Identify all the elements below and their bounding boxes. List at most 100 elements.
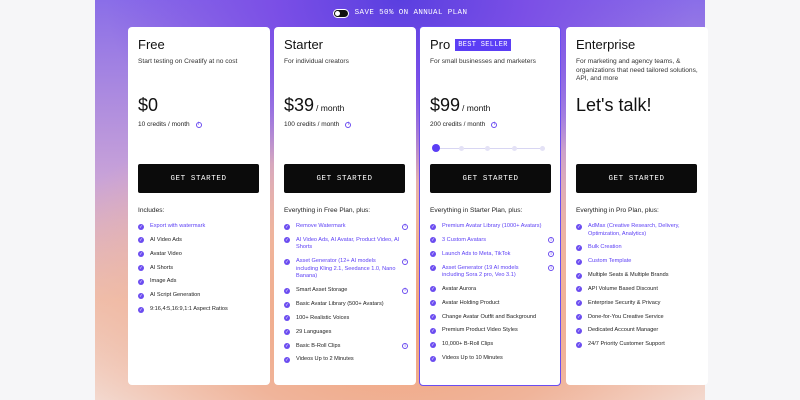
check-icon: ✓ [138, 278, 144, 285]
check-icon: ✓ [576, 258, 582, 265]
feature-item: ✓ Avatar Holding Product [430, 299, 500, 307]
feature-item: ✓ Bulk Creation [576, 244, 622, 251]
annual-billing-toggle[interactable] [332, 8, 349, 18]
info-icon[interactable]: i [195, 121, 202, 128]
feature-item: ✓ Change Avatar Outfit and Background [430, 313, 537, 321]
price-period: / month [462, 103, 491, 113]
check-icon: ✓ [576, 314, 582, 321]
info-icon[interactable]: i [402, 287, 408, 294]
check-icon: ✓ [430, 251, 436, 258]
check-icon: ✓ [576, 272, 582, 279]
info-icon[interactable]: i [491, 121, 498, 128]
price-amount: $99 [430, 95, 461, 115]
feature-item: ✓ Basic B-Roll Clips i [284, 343, 408, 351]
plan-card-pro: Pro BEST SELLER For small businesses and … [419, 26, 561, 386]
check-icon: ✓ [284, 258, 290, 265]
check-icon: ✓ [284, 356, 290, 363]
check-icon: ✓ [138, 223, 144, 230]
info-icon[interactable]: i [548, 265, 554, 272]
feature-item: ✓ 29 Languages [284, 328, 332, 336]
billing-toggle-row: SAVE 50% ON ANNUAL PLAN [0, 6, 800, 20]
plan-credits: 200 credits / month i [430, 121, 498, 128]
plan-card-starter: Starter For individual creators $39/ mon… [274, 27, 416, 385]
get-started-button[interactable]: GET STARTED [430, 164, 551, 193]
price-amount: $39 [284, 95, 315, 115]
feature-item: ✓ Premium Avatar Library (1000+ Avatars) [430, 223, 542, 230]
feature-item: ✓ Avatar Video [138, 250, 182, 258]
price-amount: Let's talk! [576, 95, 652, 115]
check-icon: ✓ [284, 223, 290, 230]
info-icon[interactable]: i [402, 343, 408, 350]
check-icon: ✓ [138, 251, 144, 258]
plan-card-free: Free Start testing on Creatify at no cos… [128, 27, 270, 385]
slider-step[interactable] [485, 146, 490, 151]
slider-step[interactable] [459, 146, 464, 151]
check-icon: ✓ [576, 223, 582, 230]
plan-price: $99/ month [430, 95, 490, 116]
plan-card-enterprise: Enterprise For marketing and agency team… [566, 27, 708, 385]
info-icon[interactable]: i [402, 223, 408, 230]
check-icon: ✓ [576, 244, 582, 251]
feature-item: ✓ 3 Custom Avatars i [430, 237, 554, 245]
get-started-button[interactable]: GET STARTED [576, 164, 697, 193]
slider-handle[interactable] [432, 144, 440, 152]
plan-description: For marketing and agency teams, & organi… [576, 58, 698, 83]
slider-step[interactable] [540, 146, 545, 151]
get-started-button[interactable]: GET STARTED [138, 164, 259, 193]
feature-item: ✓ Avatar Aurora [430, 285, 477, 293]
plan-name: Pro BEST SELLER [430, 37, 550, 52]
feature-item: ✓ Export with watermark [138, 223, 206, 230]
check-icon: ✓ [576, 286, 582, 293]
check-icon: ✓ [138, 306, 144, 313]
plan-price: $39/ month [284, 95, 344, 116]
feature-item: ✓ Remove Watermark i [284, 223, 408, 231]
feature-item: ✓ Dedicated Account Manager [576, 327, 659, 334]
check-icon: ✓ [430, 237, 436, 244]
feature-item: ✓ AI Shorts [138, 264, 174, 272]
get-started-button[interactable]: GET STARTED [284, 164, 405, 193]
check-icon: ✓ [576, 300, 582, 307]
plan-description: For small businesses and marketers [430, 58, 536, 65]
best-seller-badge: BEST SELLER [455, 38, 511, 51]
plan-title: Free [138, 37, 165, 52]
check-icon: ✓ [284, 343, 290, 350]
feature-item: ✓ Enterprise Security & Privacy [576, 299, 661, 307]
annual-promo-label: SAVE 50% ON ANNUAL PLAN [354, 9, 468, 17]
feature-item: ✓ 10,000+ B-Roll Clips [430, 341, 494, 348]
feature-item: ✓ 24/7 Priority Customer Support [576, 341, 665, 348]
check-icon: ✓ [430, 314, 436, 321]
check-icon: ✓ [138, 237, 144, 244]
feature-item: ✓ Asset Generator (19 AI models including… [430, 265, 554, 280]
check-icon: ✓ [284, 329, 290, 336]
check-icon: ✓ [576, 341, 582, 348]
info-icon[interactable]: i [548, 237, 554, 244]
plan-title: Enterprise [576, 37, 636, 52]
includes-heading: Everything in Starter Plan, plus: [430, 207, 523, 214]
info-icon[interactable]: i [345, 121, 352, 128]
feature-item: ✓ API Volume Based Discount [576, 285, 658, 293]
feature-item: ✓ Videos Up to 2 Minutes [284, 356, 354, 363]
slider-step[interactable] [512, 146, 517, 151]
feature-item: ✓ AI Script Generation [138, 292, 201, 299]
feature-item: ✓ 9:16,4:5,16:9,1:1 Aspect Ratios [138, 306, 228, 313]
feature-item: ✓ Premium Product Video Styles [430, 327, 518, 334]
info-icon[interactable]: i [402, 258, 408, 265]
feature-list: ✓ AdMax (Creative Research, Delivery, Opt… [576, 223, 700, 355]
feature-item: ✓ Asset Generator (12+ AI models includin… [284, 258, 408, 281]
includes-heading: Everything in Free Plan, plus: [284, 207, 371, 214]
plan-description: Start testing on Creatify at no cost [138, 58, 238, 65]
plan-name: Free [138, 37, 260, 52]
info-icon[interactable]: i [548, 251, 554, 258]
feature-item: ✓ Image Ads [138, 278, 177, 285]
includes-heading: Includes: [138, 207, 165, 214]
feature-item: ✓ Done-for-You Creative Service [576, 313, 664, 321]
credits-slider[interactable] [432, 144, 547, 153]
price-amount: $0 [138, 95, 159, 115]
includes-heading: Everything in Pro Plan, plus: [576, 207, 659, 214]
toggle-knob [334, 10, 340, 16]
feature-item: ✓ Multiple Seats & Multiple Brands [576, 272, 669, 279]
feature-item: ✓ Custom Template [576, 258, 632, 265]
feature-item: ✓ Launch Ads to Meta, TikTok i [430, 251, 554, 259]
check-icon: ✓ [576, 327, 582, 334]
plan-title: Pro [430, 37, 451, 52]
